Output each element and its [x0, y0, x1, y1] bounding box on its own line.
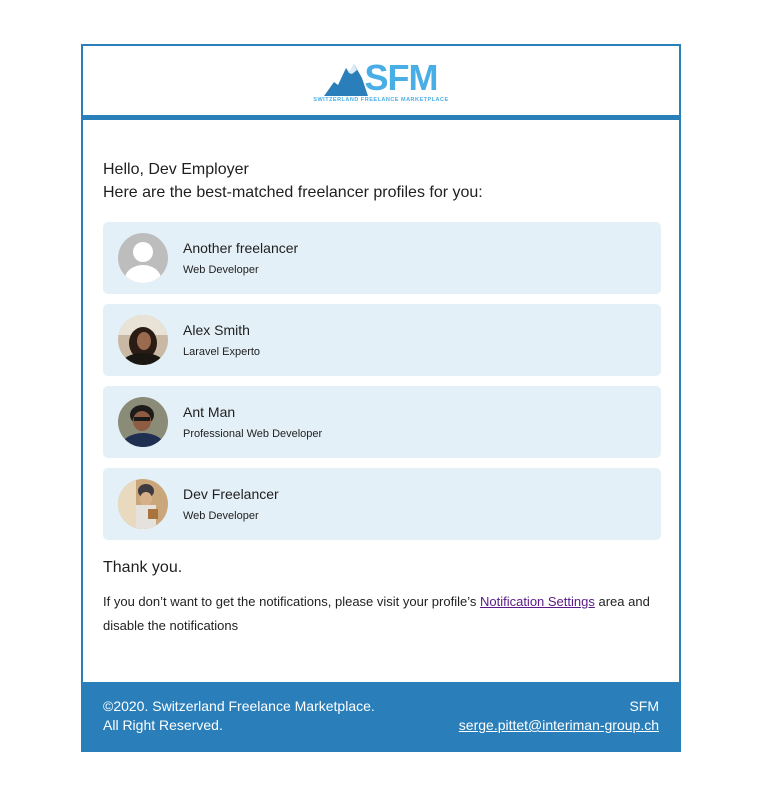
- freelancer-name[interactable]: Alex Smith: [183, 321, 260, 339]
- thanks-text: Thank you.: [103, 559, 183, 576]
- note-text-before: If you don’t want to get the notificatio…: [103, 594, 480, 609]
- freelancer-card[interactable]: Dev Freelancer Web Developer: [103, 468, 661, 540]
- freelancer-title: Web Developer: [183, 264, 259, 276]
- profile-photo: [118, 315, 168, 365]
- footer-copyright: ©2020. Switzerland Freelance Marketplace…: [103, 698, 375, 714]
- freelancer-name[interactable]: Dev Freelancer: [183, 485, 279, 503]
- footer-rights: All Right Reserved.: [103, 717, 223, 733]
- notification-settings-link[interactable]: Notification Settings: [480, 594, 595, 609]
- greeting: Hello, Dev Employer: [103, 161, 249, 178]
- profile-photo: [118, 479, 168, 529]
- logo-text: SFM: [364, 57, 438, 98]
- freelancer-card[interactable]: Another freelancer Web Developer: [103, 222, 661, 294]
- freelancer-list: Another freelancer Web Developer Alex Sm…: [103, 222, 661, 540]
- freelancer-name[interactable]: Ant Man: [183, 403, 322, 421]
- freelancer-card[interactable]: Alex Smith Laravel Experto: [103, 304, 661, 376]
- mountain-logo-icon: [324, 64, 369, 96]
- notification-note: If you don’t want to get the notificatio…: [103, 590, 661, 638]
- freelancer-name[interactable]: Another freelancer: [183, 239, 298, 257]
- sfm-logo[interactable]: SFM SWITZERLAND FREELANCE MARKETPLACE: [313, 57, 449, 104]
- freelancer-title: Laravel Experto: [183, 346, 261, 358]
- profile-photo: [118, 397, 168, 447]
- freelancer-card[interactable]: Ant Man Professional Web Developer: [103, 386, 661, 458]
- logo-subtitle: SWITZERLAND FREELANCE MARKETPLACE: [313, 97, 449, 103]
- email-header: SFM SWITZERLAND FREELANCE MARKETPLACE: [83, 46, 679, 120]
- freelancer-title: Professional Web Developer: [183, 428, 323, 440]
- footer-brand: SFM: [629, 698, 659, 714]
- email-footer: ©2020. Switzerland Freelance Marketplace…: [81, 682, 681, 752]
- email-body: Hello, Dev Employer Here are the best-ma…: [83, 120, 679, 638]
- freelancer-title: Web Developer: [183, 510, 259, 522]
- email-container: SFM SWITZERLAND FREELANCE MARKETPLACE He…: [81, 44, 681, 752]
- intro-text: Here are the best-matched freelancer pro…: [103, 184, 483, 201]
- footer-email-link[interactable]: serge.pittet@interiman-group.ch: [459, 717, 659, 733]
- default-avatar-icon: [118, 233, 168, 283]
